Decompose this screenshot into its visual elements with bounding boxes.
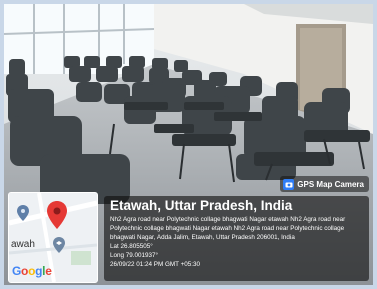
location-pin-icon: [47, 201, 67, 229]
latitude: Lat 26.805505°: [110, 243, 153, 250]
gps-map-camera-badge: GPS Map Camera: [280, 176, 369, 192]
badge-label: GPS Map Camera: [297, 179, 364, 189]
location-title: Etawah, Uttar Pradesh, India: [110, 198, 293, 213]
school-marker-icon: [53, 237, 65, 253]
longitude: Long 79.001937°: [110, 252, 159, 259]
location-info-panel: Etawah, Uttar Pradesh, India Nh2 Agra ro…: [104, 196, 369, 281]
map-thumbnail: awah Google: [8, 192, 98, 283]
location-address: Nh2 Agra road near Polytechnic collage b…: [110, 216, 346, 241]
photo-frame: GPS Map Camera awah Google Etawah, Uttar…: [0, 0, 377, 289]
timestamp: 26/09/22 01:24 PM GMT +05:30: [110, 261, 201, 268]
map-city-label: awah: [11, 239, 35, 250]
google-logo: Google: [12, 264, 52, 278]
place-marker-icon: [17, 205, 29, 221]
camera-icon: [283, 178, 295, 190]
